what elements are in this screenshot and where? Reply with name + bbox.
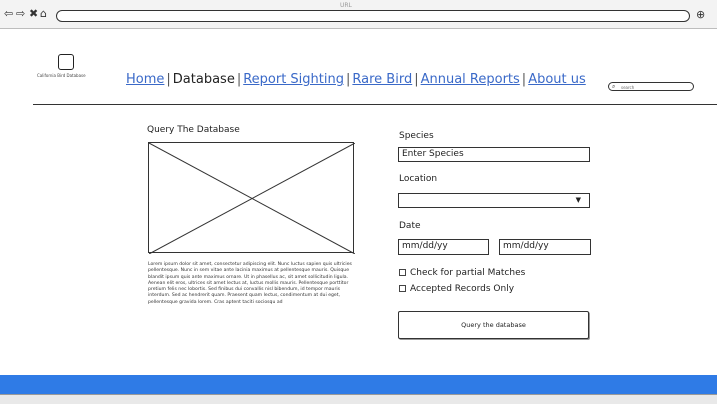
date-from-field[interactable]: mm/dd/yy (398, 239, 489, 255)
nav-home[interactable]: Home (126, 72, 164, 87)
browser-toolbar: URL ⇦ ⇨ ✖ ⌂ ⊕ (0, 0, 717, 29)
footer-bar (0, 375, 717, 394)
logo-icon (58, 54, 74, 70)
tab-hint: URL (340, 2, 352, 9)
nav-database[interactable]: Database (173, 72, 235, 87)
date-label: Date (399, 221, 421, 231)
accepted-records-checkbox[interactable] (399, 285, 406, 292)
accepted-records-label: Accepted Records Only (410, 284, 515, 294)
search-placeholder: search (621, 85, 635, 90)
location-dropdown[interactable]: ▼ (398, 193, 590, 208)
nav-rare-bird[interactable]: Rare Bird (352, 72, 412, 87)
nav-separator: | (521, 72, 527, 87)
nav-report-sighting[interactable]: Report Sighting (243, 72, 344, 87)
page-title: Query The Database (147, 125, 240, 135)
search-icon: ⌕ (612, 83, 616, 90)
query-database-button[interactable]: Query the database (398, 311, 589, 339)
location-label: Location (399, 174, 438, 184)
nav-annual-reports[interactable]: Annual Reports (421, 72, 520, 87)
browser-menu-icon[interactable]: ⊕ (696, 8, 705, 21)
image-placeholder (148, 142, 355, 254)
nav-separator: | (236, 72, 242, 87)
logo-text: California Bird Database (37, 73, 86, 78)
nav-separator: | (166, 72, 171, 87)
description-text: Lorem ipsum dolor sit amet, consectetur … (148, 262, 352, 305)
search-input[interactable]: ⌕ search (608, 82, 694, 91)
species-label: Species (399, 131, 434, 141)
home-icon[interactable]: ⌂ (40, 8, 47, 19)
nav-separator: | (346, 72, 351, 87)
date-to-field[interactable]: mm/dd/yy (499, 239, 591, 255)
species-field[interactable]: Enter Species (398, 147, 590, 162)
partial-matches-option[interactable]: Check for partial Matches (399, 268, 525, 278)
chevron-down-icon: ▼ (575, 196, 581, 204)
nav-separator: | (414, 72, 419, 87)
partial-matches-checkbox[interactable] (399, 269, 406, 276)
nav-about-us[interactable]: About us (528, 72, 586, 87)
accepted-records-option[interactable]: Accepted Records Only (399, 284, 514, 294)
back-arrow-icon[interactable]: ⇦ (4, 8, 13, 19)
partial-matches-label: Check for partial Matches (410, 268, 526, 278)
header-divider (33, 104, 717, 105)
close-icon[interactable]: ✖ (29, 8, 38, 19)
url-bar[interactable] (56, 10, 690, 22)
forward-arrow-icon[interactable]: ⇨ (16, 8, 25, 19)
main-nav: Home | Database | Report Sighting | Rare… (126, 72, 586, 87)
